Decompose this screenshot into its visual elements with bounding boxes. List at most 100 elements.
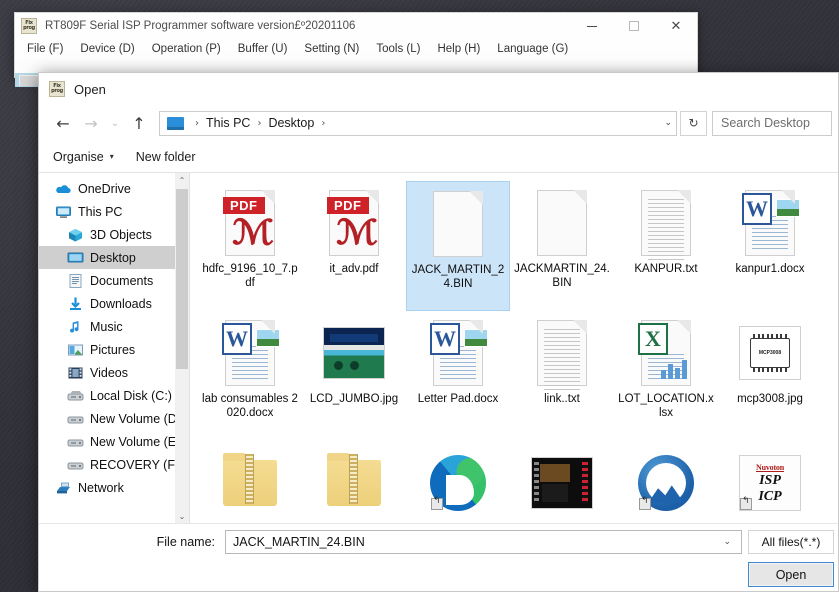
sidebar-item-this-pc[interactable]: This PC [39, 200, 189, 223]
file-item[interactable]: LCD_JUMBO.jpg [302, 311, 406, 441]
back-icon[interactable]: ← [49, 109, 77, 137]
file-type-select[interactable]: All files(*.*) [748, 530, 834, 554]
dialog-body: OneDrive This PC 3D Objects Desktop Document… [39, 173, 838, 523]
open-button[interactable]: Open [748, 562, 834, 587]
chevron-down-icon[interactable]: ⌄ [656, 118, 672, 128]
music-icon [67, 319, 84, 335]
menu-item-operation[interactable]: Operation (P) [152, 43, 221, 55]
sidebar-item-onedrive[interactable]: OneDrive [39, 177, 189, 200]
breadcrumb[interactable]: › This PC › Desktop › ⌄ [159, 110, 677, 136]
new-folder-label: New folder [135, 149, 196, 164]
file-label: JACK_MARTIN_24.BIN [411, 264, 505, 290]
sidebar-item-label: Downloads [90, 296, 152, 311]
sidebar-item-3d-objects[interactable]: 3D Objects [39, 223, 189, 246]
organise-button[interactable]: Organise ▾ [53, 150, 114, 164]
search-input[interactable]: Search Desktop [712, 110, 832, 136]
file-item[interactable]: Nuvoton ISP ICP [718, 441, 822, 523]
dialog-titlebar: Fix prog Open [39, 73, 838, 105]
pictures-icon [67, 342, 84, 358]
blank-file-icon [433, 191, 483, 257]
rt809f-titlebar: Fix prog RT809F Serial ISP Programmer sof… [15, 13, 697, 39]
menu-item-buffer[interactable]: Buffer (U) [238, 43, 288, 55]
scroll-up-icon[interactable]: ⌃ [175, 173, 189, 187]
sidebar-item-downloads[interactable]: Downloads [39, 292, 189, 315]
sidebar-item-label: OneDrive [78, 181, 131, 196]
filename-row: File name: JACK_MARTIN_24.BIN ⌄ All file… [39, 530, 838, 554]
menu-item-device[interactable]: Device (D) [80, 43, 134, 55]
breadcrumb-item-this-pc[interactable]: This PC [206, 116, 250, 130]
sidebar-item-label: This PC [78, 204, 123, 219]
file-item[interactable] [198, 441, 302, 523]
sidebar-item-network[interactable]: Network [39, 476, 189, 499]
file-label: link..txt [544, 393, 580, 405]
menu-item-tools[interactable]: Tools (L) [376, 43, 420, 55]
sidebar-item-local-disk-c[interactable]: Local Disk (C:) [39, 384, 189, 407]
file-item[interactable]: W Letter Pad.docx [406, 311, 510, 441]
menu-item-language[interactable]: Language (G) [497, 43, 568, 55]
3d-objects-icon [67, 227, 84, 243]
file-item[interactable]: JACK_MARTIN_24.BIN [406, 181, 510, 311]
zipped-folder-icon [223, 453, 277, 506]
new-folder-button[interactable]: New folder [136, 150, 196, 164]
onedrive-icon [55, 181, 72, 197]
sidebar-item-music[interactable]: Music [39, 315, 189, 338]
file-item[interactable]: ℳ PDF hdfc_9196_10_7.pdf [198, 181, 302, 311]
file-item[interactable]: JACKMARTIN_24.BIN [510, 181, 614, 311]
sidebar-item-videos[interactable]: Videos [39, 361, 189, 384]
file-item[interactable]: W lab consumables 2020.docx [198, 311, 302, 441]
network-icon [55, 480, 72, 496]
menu-item-help[interactable]: Help (H) [437, 43, 480, 55]
file-item[interactable] [302, 441, 406, 523]
refresh-icon[interactable]: ↻ [680, 110, 707, 136]
menu-item-file[interactable]: File (F) [27, 43, 63, 55]
this-pc-icon [55, 204, 72, 220]
file-label: it_adv.pdf [329, 263, 379, 275]
file-item[interactable]: ℳ PDF it_adv.pdf [302, 181, 406, 311]
sidebar-item-pictures[interactable]: Pictures [39, 338, 189, 361]
file-icon: W [426, 317, 490, 389]
file-item[interactable]: X LOT_LOCATION.xlsx [614, 311, 718, 441]
sidebar-item-new-volume-d[interactable]: New Volume (D: [39, 407, 189, 430]
file-item[interactable]: link..txt [510, 311, 614, 441]
close-icon[interactable]: ✕ [655, 13, 697, 39]
file-item[interactable] [614, 441, 718, 523]
file-item[interactable]: W kanpur1.docx [718, 181, 822, 311]
sidebar-item-label: New Volume (E:) [90, 434, 184, 449]
maximize-button[interactable] [613, 13, 655, 39]
sidebar-item-recovery-f[interactable]: RECOVERY (F:) [39, 453, 189, 476]
menu-item-setting[interactable]: Setting (N) [304, 43, 359, 55]
sidebar-item-new-volume-e[interactable]: New Volume (E:) [39, 430, 189, 453]
file-icon: ℳ PDF [218, 187, 282, 259]
file-icon [530, 447, 594, 519]
chevron-down-icon[interactable]: ⌄ [717, 537, 737, 547]
file-label: mcp3008.jpg [737, 393, 803, 405]
minimize-button[interactable] [571, 13, 613, 39]
recent-locations-icon[interactable]: ⌄ [105, 109, 125, 137]
file-item[interactable]: KANPUR.txt [614, 181, 718, 311]
documents-icon [67, 273, 84, 289]
scroll-down-icon[interactable]: ⌄ [175, 509, 189, 523]
file-item[interactable]: MCP3008 mcp3008.jpg [718, 311, 822, 441]
breadcrumb-item-desktop[interactable]: Desktop [268, 116, 314, 130]
sidebar-item-documents[interactable]: Documents [39, 269, 189, 292]
file-icon: W [218, 317, 282, 389]
nordvpn-shortcut-icon [638, 455, 694, 511]
tree-scrollbar[interactable]: ⌃ ⌄ [175, 173, 189, 523]
sidebar-item-desktop[interactable]: Desktop [39, 246, 189, 269]
organise-label: Organise [53, 149, 104, 164]
word-file-icon: W [222, 320, 280, 386]
file-grid: ℳ PDF hdfc_9196_10_7.pdf ℳ PDF it_adv.pd… [198, 181, 838, 523]
filename-label: File name: [156, 535, 215, 549]
file-item[interactable] [406, 441, 510, 523]
filename-input[interactable]: JACK_MARTIN_24.BIN ⌄ [225, 530, 742, 554]
file-item[interactable] [510, 441, 614, 523]
scrollbar-thumb[interactable] [176, 189, 188, 369]
text-file-icon [537, 320, 587, 390]
forward-icon[interactable]: → [77, 109, 105, 137]
zipped-folder-icon [327, 453, 381, 506]
file-label: kanpur1.docx [735, 263, 805, 275]
file-icon [530, 317, 594, 390]
sidebar-item-label: Desktop [90, 250, 136, 265]
up-icon[interactable]: ↑ [125, 109, 153, 137]
file-icon: W [738, 187, 802, 259]
